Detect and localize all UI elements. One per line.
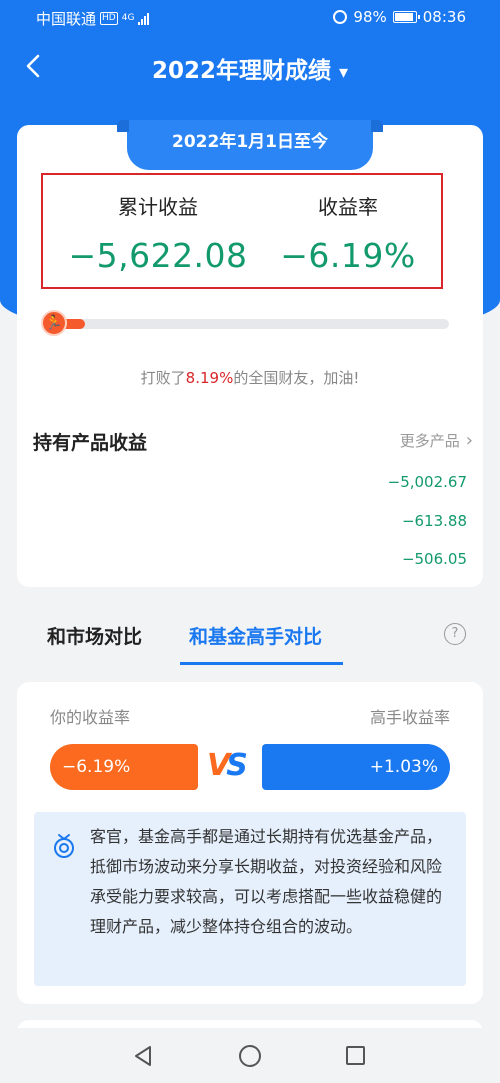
comparison-card: 你的收益率 高手收益率 −6.19% VS +1.03% 客官，基金高手都是通过… bbox=[17, 682, 483, 1004]
battery-icon bbox=[392, 11, 420, 23]
more-products-link[interactable]: 更多产品 › bbox=[400, 430, 473, 451]
runner-icon: 🏃 bbox=[41, 310, 67, 336]
chevron-right-icon: › bbox=[465, 430, 473, 451]
holding-value-3[interactable]: −506.05 bbox=[402, 550, 467, 568]
status-bar: 中国联通 HD 4G 98% 08:36 bbox=[0, 0, 500, 34]
more-products-label: 更多产品 bbox=[399, 432, 460, 450]
status-right: 98% 08:36 bbox=[333, 8, 466, 26]
vs-s: S bbox=[226, 748, 248, 783]
beat-percent: 8.19% bbox=[185, 369, 234, 387]
return-rate-value: −6.19% bbox=[280, 236, 416, 275]
carrier-name: 中国联通 bbox=[36, 10, 97, 28]
expert-rate-label: 高手收益率 bbox=[369, 708, 450, 727]
battery-percent: 98% bbox=[353, 8, 387, 26]
cumulative-earnings-label: 累计收益 bbox=[118, 195, 198, 219]
return-rate-label: 收益率 bbox=[318, 195, 378, 219]
your-rate-pill: −6.19% bbox=[50, 744, 198, 790]
bell-tip-icon bbox=[54, 834, 74, 858]
tip-box: 客官，基金高手都是通过长期持有优选基金产品，抵御市场波动来分享长期收益，对投资经… bbox=[34, 812, 466, 986]
comparison-tabs: 和市场对比 和基金高手对比 ? bbox=[0, 610, 500, 666]
holding-value-2[interactable]: −613.88 bbox=[402, 512, 467, 530]
beat-prefix: 打败了 bbox=[140, 369, 186, 387]
status-left: 中国联通 HD 4G bbox=[36, 8, 150, 29]
date-range-tab: 2022年1月1日至今 bbox=[117, 120, 383, 170]
vs-icon: VS bbox=[207, 748, 248, 783]
beat-progress-bar bbox=[53, 319, 449, 329]
beat-message: 打败了8.19%的全国财友，加油! bbox=[17, 367, 483, 388]
system-navigation-bar bbox=[0, 1028, 500, 1083]
tip-text: 客官，基金高手都是通过长期持有优选基金产品，抵御市场波动来分享长期收益，对投资经… bbox=[90, 827, 443, 936]
nav-home-icon[interactable] bbox=[239, 1045, 261, 1067]
holding-value-1[interactable]: −5,002.67 bbox=[388, 473, 467, 491]
help-icon[interactable]: ? bbox=[444, 623, 466, 645]
expert-rate-pill: +1.03% bbox=[262, 744, 450, 790]
active-tab-underline bbox=[180, 662, 343, 665]
caret-down-icon: ▾ bbox=[338, 62, 349, 83]
summary-card: 2022年1月1日至今 累计收益 −5,622.08 收益率 −6.19% 🏃 … bbox=[17, 120, 483, 587]
alarm-icon bbox=[333, 10, 348, 24]
your-rate-label: 你的收益率 bbox=[50, 708, 131, 727]
navigation-header: 2022年理财成绩 ▾ bbox=[0, 40, 500, 94]
nav-back-icon[interactable] bbox=[133, 1045, 153, 1067]
page-title: 2022年理财成绩 bbox=[151, 58, 331, 84]
clock: 08:36 bbox=[422, 8, 466, 26]
network-type: 4G bbox=[121, 13, 135, 23]
tab-expert-compare[interactable]: 和基金高手对比 bbox=[189, 622, 322, 649]
holdings-title: 持有产品收益 bbox=[33, 432, 148, 454]
highlighted-stats-box: 累计收益 −5,622.08 收益率 −6.19% bbox=[41, 173, 443, 289]
cumulative-earnings-value: −5,622.08 bbox=[68, 236, 248, 275]
tab-market-compare[interactable]: 和市场对比 bbox=[47, 622, 142, 649]
cumulative-earnings: 累计收益 −5,622.08 bbox=[63, 175, 253, 275]
vs-v: V bbox=[207, 748, 230, 783]
hd-badge: HD bbox=[100, 12, 118, 25]
nav-recent-icon[interactable] bbox=[346, 1046, 365, 1065]
beat-suffix: 的全国财友，加油! bbox=[233, 369, 360, 387]
signal-icon bbox=[138, 12, 150, 25]
return-rate: 收益率 −6.19% bbox=[253, 175, 443, 275]
page-title-dropdown[interactable]: 2022年理财成绩 ▾ bbox=[0, 51, 500, 85]
